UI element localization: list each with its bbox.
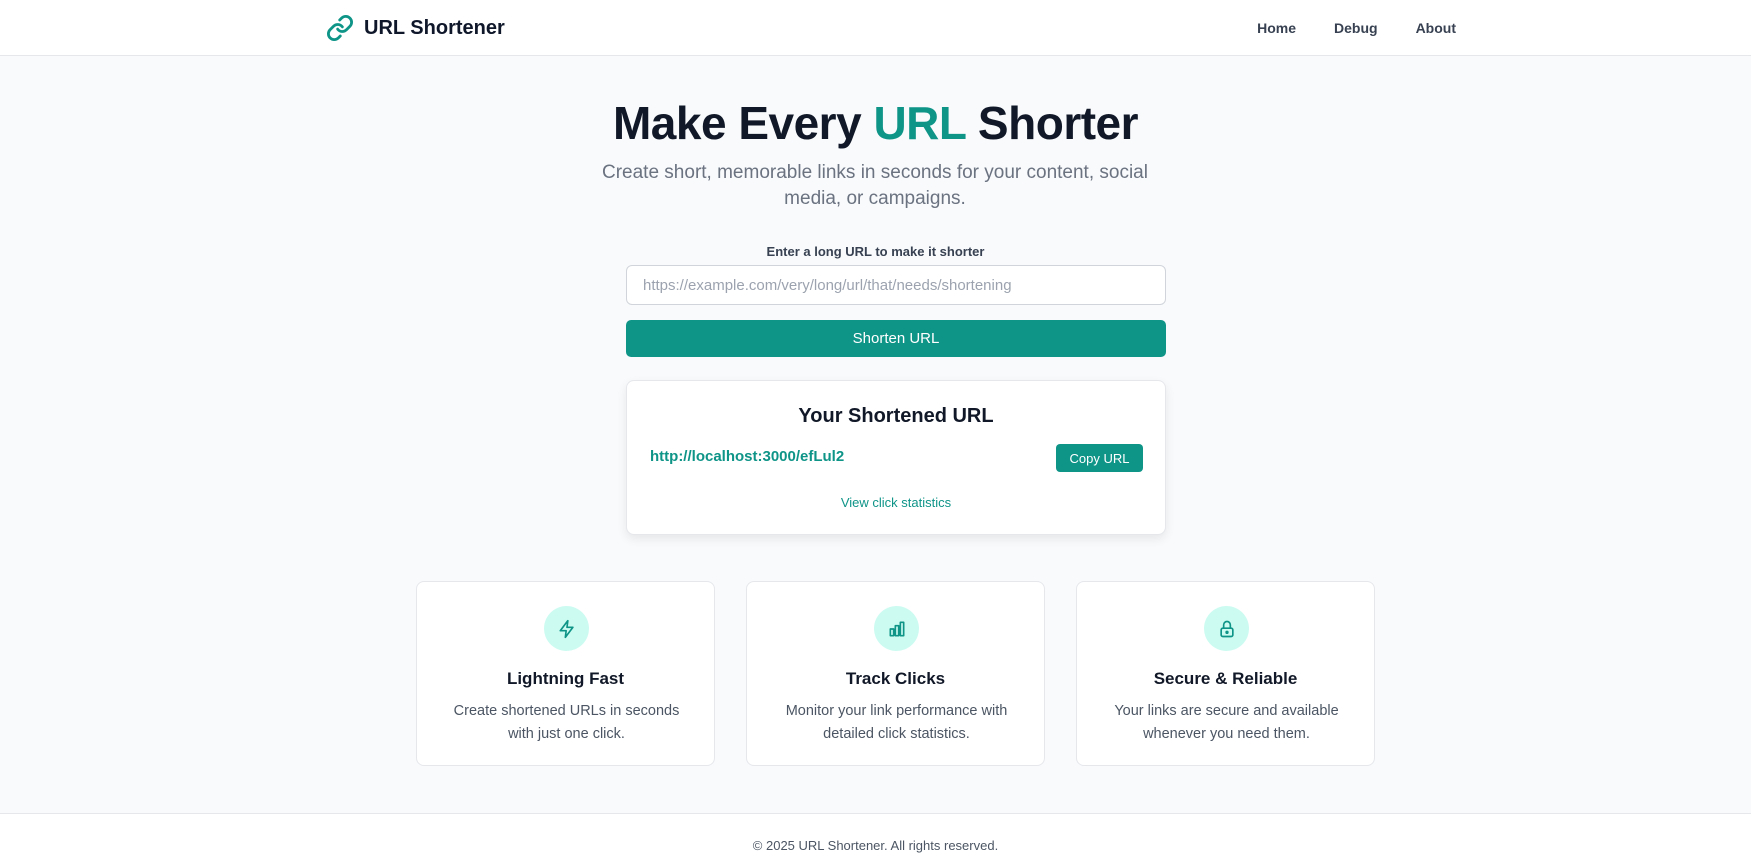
feature-title: Secure & Reliable	[1153, 669, 1298, 688]
feature-description: Create shortened URLs in seconds with ju…	[453, 703, 680, 742]
shortened-url-link[interactable]: http://localhost:3000/efLul2	[650, 448, 844, 465]
view-click-statistics-link[interactable]: View click statistics	[627, 495, 1165, 510]
feature-card-secure-reliable: Secure & Reliable Your links are secure …	[1076, 581, 1375, 766]
feature-icon-badge	[544, 606, 589, 651]
page-footer: © 2025 URL Shortener. All rights reserve…	[0, 813, 1751, 866]
result-title: Your Shortened URL	[798, 405, 994, 427]
copy-url-button[interactable]: Copy URL	[1056, 444, 1143, 472]
hero-title-accent: URL	[873, 97, 966, 149]
footer-copyright: © 2025 URL Shortener. All rights reserve…	[752, 838, 999, 853]
feature-icon-badge	[874, 606, 919, 651]
top-navbar: URL Shortener Home Debug About	[0, 0, 1751, 56]
feature-title: Track Clicks	[845, 669, 946, 688]
lock-icon	[1219, 620, 1234, 637]
url-input-label: Enter a long URL to make it shorter	[766, 244, 985, 259]
feature-title: Lightning Fast	[506, 669, 625, 688]
shorten-url-button[interactable]: Shorten URL	[626, 320, 1166, 357]
hero-title: Make Every URL Shorter	[0, 96, 1751, 150]
link-icon	[327, 15, 353, 41]
bar-chart-icon	[889, 621, 904, 636]
brand-home-link[interactable]: URL Shortener	[326, 11, 505, 45]
feature-description: Monitor your link performance with detai…	[785, 703, 1008, 742]
nav-item-debug[interactable]: Debug	[1334, 20, 1378, 36]
feature-card-lightning-fast: Lightning Fast Create shortened URLs in …	[416, 581, 715, 766]
feature-icon-badge	[1204, 606, 1249, 651]
hero-title-prefix: Make Every	[612, 97, 874, 149]
lightning-bolt-icon	[559, 619, 574, 638]
long-url-input[interactable]	[626, 265, 1166, 305]
nav-item-about[interactable]: About	[1416, 20, 1456, 36]
brand-name: URL Shortener	[364, 16, 505, 39]
main-nav: Home Debug About	[1257, 14, 1456, 42]
hero-title-suffix: Shorter	[965, 97, 1139, 149]
feature-description: Your links are secure and available when…	[1114, 703, 1339, 742]
hero-subtitle: Create short, memorable links in seconds…	[602, 162, 1148, 209]
result-card: Your Shortened URL http://localhost:3000…	[626, 380, 1166, 535]
nav-item-home[interactable]: Home	[1257, 20, 1296, 36]
feature-card-track-clicks: Track Clicks Monitor your link performan…	[746, 581, 1045, 766]
